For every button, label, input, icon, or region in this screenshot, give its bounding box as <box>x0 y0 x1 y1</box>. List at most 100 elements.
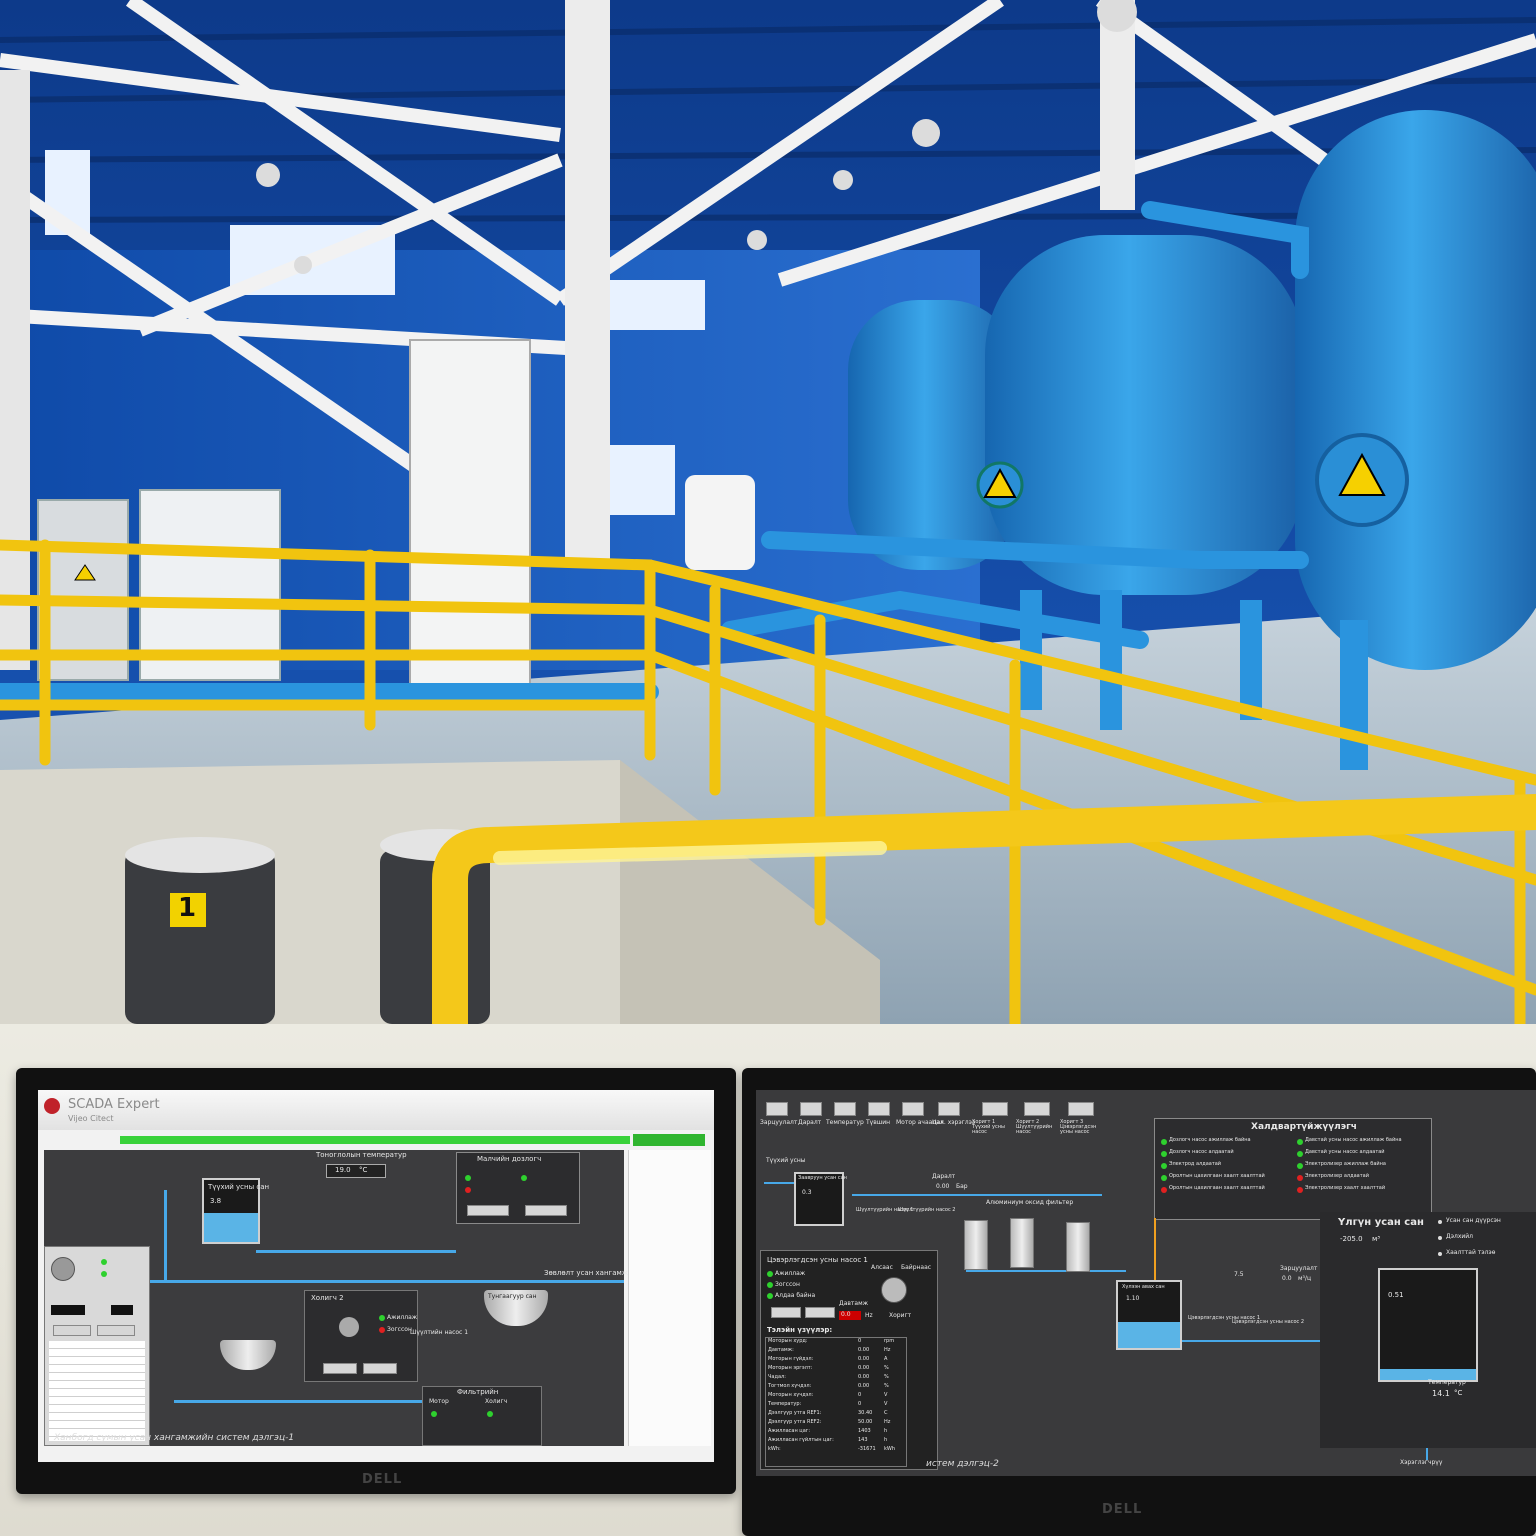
fault-left-dot-2 <box>1161 1163 1167 1169</box>
setpoint-display <box>111 1305 133 1315</box>
toolbar-btn-8[interactable] <box>1068 1102 1094 1116</box>
param-unit-3: % <box>884 1365 889 1371</box>
param-row-8: Дээлгүүр утга REF1: 30.40 C <box>766 1410 906 1419</box>
temp-value: 19.0 <box>335 1166 351 1174</box>
setpoint-display-2[interactable]: 0.0 <box>839 1311 861 1320</box>
clean-pump-panel-title: Цэвэрлэгдсэн усны насос 1 <box>767 1256 868 1264</box>
param-name-3: Моторын эргэлт: <box>768 1365 813 1371</box>
raw-water-tank-label: Түүхий усны сан <box>208 1183 270 1191</box>
pump-state-dot-2 <box>767 1293 773 1299</box>
param-unit-4: % <box>884 1374 889 1380</box>
param-name-4: Чадал: <box>768 1374 786 1380</box>
right-monitor: Зарцуулалт Даралт Температур Түвшин Мото… <box>742 1068 1536 1536</box>
limit-label: Хоригт <box>889 1312 912 1319</box>
app-logo-icon <box>44 1098 60 1114</box>
pump-mode-knob[interactable] <box>881 1277 907 1303</box>
legend-dot-2 <box>1438 1252 1442 1256</box>
mode-knob[interactable] <box>51 1257 75 1281</box>
dosing-title: Малчийн дозлогч <box>477 1155 542 1163</box>
left-monitor: SCADA Expert Vijeo Citect Түүхий усны са… <box>16 1068 736 1494</box>
dosing-status-dot <box>465 1175 471 1181</box>
params-table: Моторын хурд: 0 rpm Давтамж: 0.00 Hz Мот… <box>765 1337 907 1467</box>
fault-left-dot-3 <box>1161 1175 1167 1181</box>
status-button[interactable] <box>633 1134 705 1146</box>
dosing-start-button[interactable] <box>467 1205 509 1216</box>
storage-temp-unit: °C <box>1454 1389 1463 1397</box>
pump-start-button[interactable] <box>53 1325 91 1336</box>
fault-left-dot-0 <box>1161 1139 1167 1145</box>
mixer-title: Холигч 2 <box>311 1294 344 1302</box>
pump-stop-button-2[interactable] <box>805 1307 835 1318</box>
toolbar-label-2: Температур <box>826 1119 864 1126</box>
right-screen: Зарцуулалт Даралт Температур Түвшин Мото… <box>756 1090 1536 1476</box>
param-unit-9: Hz <box>884 1419 891 1425</box>
param-value-6: 0 <box>858 1392 862 1398</box>
fault-left-4: Оролтын цахилгаан хаалт хаалттай <box>1169 1185 1265 1191</box>
toolbar-btn-2[interactable] <box>834 1102 856 1116</box>
filter-bank-label: Алюминиум оксид фильтер <box>986 1199 1074 1206</box>
storage-title: Үлгүн усан сан <box>1338 1217 1424 1228</box>
plant-scene <box>0 0 1536 1024</box>
mixer-knob[interactable] <box>339 1317 359 1337</box>
pressure-label: Даралт <box>932 1173 956 1180</box>
toolbar-btn-6[interactable] <box>982 1102 1008 1116</box>
param-value-8: 30.40 <box>858 1410 873 1416</box>
param-value-2: 0.00 <box>858 1356 870 1362</box>
param-row-4: Чадал: 0.00 % <box>766 1374 906 1383</box>
fault-panel-title: Халдвартүйжүүлэгч <box>1251 1122 1357 1132</box>
param-row-7: Температур: 0 V <box>766 1401 906 1410</box>
pump-state-dot-1 <box>767 1282 773 1288</box>
toolbar-btn-3[interactable] <box>868 1102 890 1116</box>
setpoint-label: Давтамж <box>839 1300 869 1307</box>
first-tank-value: 0.3 <box>802 1189 812 1196</box>
raw-water-level <box>204 1213 258 1242</box>
param-value-5: 0.00 <box>858 1383 870 1389</box>
mixer-running-label: Ажиллаж <box>387 1314 418 1321</box>
plant-photo: 1 <box>0 0 1536 1024</box>
clean-tank-level <box>1118 1321 1180 1348</box>
fault-right-3: Электролизер алдаатай <box>1305 1173 1369 1179</box>
fault-right-0: Давстай усны насос ажиллаж байна <box>1305 1137 1402 1143</box>
toolbar-btn-0[interactable] <box>766 1102 788 1116</box>
param-row-2: Моторын гүйдэл: 0.00 A <box>766 1356 906 1365</box>
pump-auto-dot <box>101 1271 107 1277</box>
legend-1: Дэлхийл <box>1446 1233 1473 1240</box>
toolbar-label-5: Цах. хэрэглээ <box>932 1119 976 1126</box>
transfer-pipe <box>256 1250 456 1253</box>
param-name-12: kWh: <box>768 1446 781 1452</box>
toolbar-btn-4[interactable] <box>902 1102 924 1116</box>
pump-state-2: Алдаа байна <box>775 1292 816 1299</box>
param-value-10: 1403 <box>858 1428 871 1434</box>
fault-list-right: Давстай усны насос ажиллаж байна Давстай… <box>1295 1135 1427 1215</box>
pump-stop-button[interactable] <box>97 1325 135 1336</box>
pump-state-1: Зогссон <box>775 1281 800 1288</box>
mixer-stop-button[interactable] <box>363 1363 397 1374</box>
param-row-12: kWh: -31671 kWh <box>766 1446 906 1455</box>
toolbar-btn-1[interactable] <box>800 1102 822 1116</box>
pump-run-dot <box>101 1259 107 1265</box>
mixer-start-button[interactable] <box>323 1363 357 1374</box>
toolbar-btn-5[interactable] <box>938 1102 960 1116</box>
param-unit-6: V <box>884 1392 888 1398</box>
filter-motor-dot <box>431 1411 437 1417</box>
param-name-10: Ажилласан цаг: <box>768 1428 811 1434</box>
filter-3 <box>1066 1222 1090 1272</box>
flow-value: 0.0 <box>1282 1275 1292 1282</box>
toolbar-btn-7[interactable] <box>1024 1102 1050 1116</box>
param-row-6: Моторын хүчдэл: 0 V <box>766 1392 906 1401</box>
dosing-stop-button[interactable] <box>525 1205 567 1216</box>
fault-right-dot-4 <box>1297 1187 1303 1193</box>
pump-state-0: Ажиллаж <box>775 1270 806 1277</box>
param-value-1: 0.00 <box>858 1347 870 1353</box>
raw-water-tank-value: 3.8 <box>210 1197 222 1205</box>
param-value-9: 50.00 <box>858 1419 873 1425</box>
inlet-label: Түүхий усны <box>766 1157 806 1164</box>
pump-start-button-2[interactable] <box>771 1307 801 1318</box>
temp-title: Тоноглолын температур <box>316 1151 407 1159</box>
param-name-9: Дээлгүүр утга REF2: <box>768 1419 822 1425</box>
mode-remote-label: Алсаас <box>871 1264 893 1271</box>
mixer-run-dot <box>379 1315 385 1321</box>
side-list <box>628 1150 711 1446</box>
storage-temp: 14.1 <box>1432 1389 1450 1398</box>
param-value-7: 0 <box>858 1401 862 1407</box>
